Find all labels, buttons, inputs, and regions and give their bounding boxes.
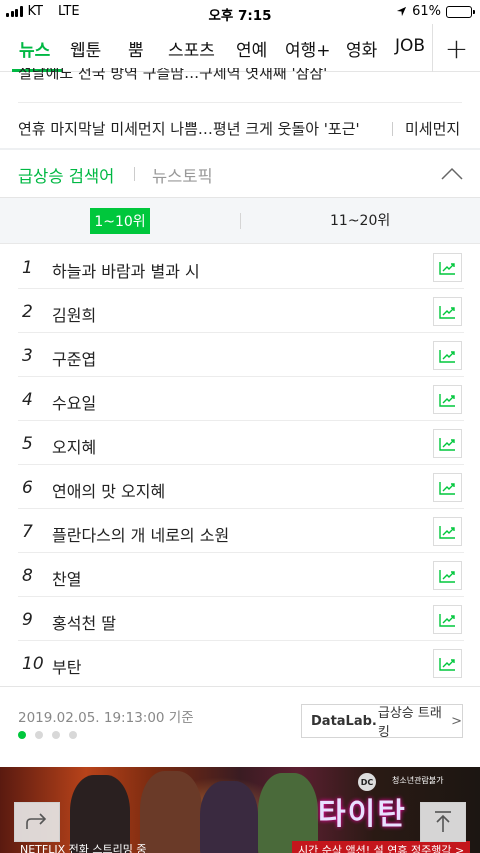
trend-chart-icon[interactable] (433, 473, 462, 502)
list-item[interactable]: 4 수요일 (18, 377, 464, 421)
list-item[interactable]: 5 오지혜 (18, 421, 464, 465)
page-dot[interactable] (69, 731, 77, 739)
more-menu-button[interactable]: + (433, 24, 480, 72)
chevron-up-icon[interactable] (438, 164, 466, 184)
rank-number: 5 (22, 434, 33, 454)
trend-chart-icon[interactable] (433, 429, 462, 458)
battery-percent: 61% (412, 4, 441, 19)
ad-title: 타이탄 (318, 797, 407, 832)
trend-chart-icon[interactable] (433, 297, 462, 326)
divider (134, 167, 135, 181)
rank-keyword[interactable]: 구준엽 (52, 346, 96, 370)
arrow-up-icon (435, 811, 451, 832)
trend-chart-icon[interactable] (433, 561, 462, 590)
tab-ppum[interactable]: 뿜 (128, 36, 144, 61)
trend-chart-icon[interactable] (433, 253, 462, 282)
rank-number: 4 (22, 390, 33, 410)
tab-webtoon[interactable]: 웹툰 (70, 36, 101, 61)
rank-keyword[interactable]: 하늘과 바람과 별과 시 (52, 258, 200, 282)
rank-number: 3 (22, 346, 33, 366)
share-button[interactable] (14, 802, 60, 842)
rank-keyword[interactable]: 홍석천 딸 (52, 610, 116, 634)
section-header: 급상승 검색어 뉴스토픽 (0, 150, 480, 198)
trend-chart-icon[interactable] (433, 517, 462, 546)
tab-rank-1-10[interactable]: 1~10위 (90, 208, 150, 234)
datalab-brand: DataLab. (311, 713, 377, 729)
tab-travel[interactable]: 여행+ (285, 36, 331, 61)
tab-news-topic[interactable]: 뉴스토픽 (152, 163, 213, 187)
ad-tagline: 시간 순삭 액션! 설 연휴 정주행각 > (292, 841, 471, 853)
trend-chart-icon[interactable] (433, 605, 462, 634)
category-tabs: 뉴스 웹툰 뿜 스포츠 연예 여행+ 영화 JOB (0, 24, 432, 72)
ad-banner[interactable]: DC 청소년관람불가 타이탄 NETFLIX 전화 스트리밍 중 시간 순삭 액… (0, 767, 480, 853)
rank-keyword[interactable]: 찬열 (52, 566, 81, 590)
page-dot[interactable] (35, 731, 43, 739)
rank-number: 6 (22, 478, 33, 498)
location-arrow-icon (397, 6, 407, 17)
tab-job[interactable]: JOB (395, 36, 425, 56)
page-indicator (18, 731, 77, 739)
tab-news[interactable]: 뉴스 (19, 36, 50, 61)
tab-realtime-search[interactable]: 급상승 검색어 (18, 163, 114, 187)
rank-number: 8 (22, 566, 33, 586)
rank-range-tabs: 1~10위 11~20위 (0, 198, 480, 244)
divider (0, 686, 480, 687)
datalab-trend-button[interactable]: DataLab. 급상승 트래킹 > (301, 704, 463, 740)
page-dot[interactable] (52, 731, 60, 739)
battery-icon (446, 5, 475, 18)
list-item[interactable]: 8 찬열 (18, 553, 464, 597)
trend-chart-icon[interactable] (433, 385, 462, 414)
page-dot[interactable] (18, 731, 26, 739)
rank-number: 7 (22, 522, 33, 542)
rank-number: 10 (22, 654, 44, 674)
headline-keyword[interactable]: 미세먼지 (405, 118, 460, 139)
trend-chart-icon[interactable] (433, 649, 462, 678)
category-nav: 뉴스 웹툰 뿜 스포츠 연예 여행+ 영화 JOB + (0, 24, 480, 72)
rank-number: 9 (22, 610, 33, 630)
ad-platform: NETFLIX 전화 스트리밍 중 (20, 843, 147, 853)
rank-number: 1 (22, 258, 33, 278)
headline-item[interactable]: 설날에도 전국 방역 구슬땀…구제역 엿새째 '잠잠' (18, 68, 463, 88)
trend-chart-icon[interactable] (433, 341, 462, 370)
tab-entertainment[interactable]: 연예 (236, 36, 267, 61)
ranking-timestamp: 2019.02.05. 19:13:00 기준 (18, 710, 194, 726)
rank-keyword[interactable]: 연애의 맛 오지혜 (52, 478, 165, 502)
rank-keyword[interactable]: 김원희 (52, 302, 96, 326)
share-icon (26, 813, 47, 829)
headline-item[interactable]: 연휴 마지막날 미세먼지 나쁨…평년 크게 웃돌아 '포근' 미세먼지 (18, 118, 463, 139)
divider (240, 213, 241, 229)
divider (18, 102, 462, 103)
tab-movie[interactable]: 영화 (346, 36, 377, 61)
ad-artwork (200, 781, 258, 853)
list-item[interactable]: 2 김원희 (18, 289, 464, 333)
headline-text: 설날에도 전국 방역 구슬땀…구제역 엿새째 '잠잠' (18, 68, 328, 82)
list-item[interactable]: 7 플란다스의 개 네로의 소원 (18, 509, 464, 553)
list-item[interactable]: 9 홍석천 딸 (18, 597, 464, 641)
scroll-top-button[interactable] (420, 802, 466, 842)
rank-keyword[interactable]: 부탄 (52, 654, 81, 678)
status-right: 61% (396, 4, 475, 19)
tab-rank-11-20[interactable]: 11~20위 (330, 210, 390, 230)
list-item[interactable]: 6 연애의 맛 오지혜 (18, 465, 464, 509)
rank-number: 2 (22, 302, 33, 322)
headline-text: 연휴 마지막날 미세먼지 나쁨…평년 크게 웃돌아 '포근' (18, 120, 360, 138)
list-item[interactable]: 1 하늘과 바람과 별과 시 (18, 245, 464, 289)
ad-rating: 청소년관람불가 (392, 776, 444, 785)
ad-artwork (140, 771, 202, 853)
rank-keyword[interactable]: 수요일 (52, 390, 96, 414)
divider (392, 121, 393, 136)
list-item[interactable]: 3 구준엽 (18, 333, 464, 377)
tab-sports[interactable]: 스포츠 (168, 36, 215, 61)
chevron-right-icon: > (451, 713, 462, 729)
datalab-label: 급상승 트래킹 (377, 706, 442, 740)
rank-keyword[interactable]: 플란다스의 개 네로의 소원 (52, 522, 229, 546)
rank-keyword[interactable]: 오지혜 (52, 434, 96, 458)
status-bar: KT LTE 오후 7:15 61% (0, 0, 480, 24)
list-item[interactable]: 10 부탄 (18, 641, 464, 685)
